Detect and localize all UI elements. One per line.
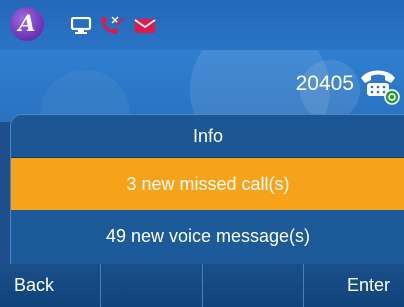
desk-phone-icon[interactable]: [358, 64, 400, 106]
popup-title: Info: [11, 115, 404, 158]
phone-screen: A 20405 Info 3 new missed call(s) 49 new…: [0, 0, 404, 307]
softkey-bar: Back Enter: [0, 264, 404, 307]
list-item-voice-messages[interactable]: 49 new voice message(s): [11, 210, 404, 262]
extension-number: 20405: [295, 72, 354, 95]
display-icon: [70, 17, 92, 34]
mail-icon: [134, 19, 156, 33]
back-softkey[interactable]: Back: [0, 264, 102, 307]
list-item-missed-calls[interactable]: 3 new missed call(s): [11, 158, 404, 210]
softkey-2[interactable]: [101, 264, 203, 307]
info-popup: Info 3 new missed call(s) 49 new voice m…: [10, 114, 404, 266]
enter-softkey[interactable]: Enter: [303, 264, 404, 307]
softkey-3[interactable]: [202, 264, 304, 307]
status-bar: A: [0, 0, 404, 50]
line-bar: 20405: [0, 50, 404, 122]
missed-call-icon: [101, 16, 124, 34]
alcatel-logo-icon: A: [10, 7, 44, 41]
